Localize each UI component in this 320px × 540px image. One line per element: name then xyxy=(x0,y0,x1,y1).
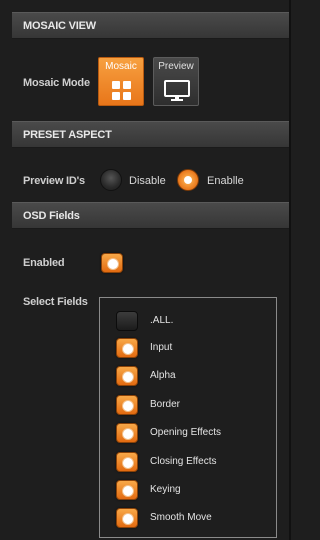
field-label: Border xyxy=(150,399,181,410)
field-label: Smooth Move xyxy=(150,512,212,523)
field-checkbox-smooth-move[interactable] xyxy=(116,508,138,528)
select-fields-list: .ALL. Input Alpha Border Opening Effects… xyxy=(99,297,277,538)
field-checkbox-input[interactable] xyxy=(116,338,138,358)
section-header-mosaic-view: MOSAIC VIEW xyxy=(12,12,289,39)
preview-button-label: Preview xyxy=(158,61,194,72)
mosaic-mode-preview-button[interactable]: Preview xyxy=(153,57,199,106)
field-item-alpha[interactable]: Alpha xyxy=(116,365,274,387)
field-label: Input xyxy=(150,342,173,353)
grid-icon xyxy=(112,81,132,101)
field-item-closing-effects[interactable]: Closing Effects xyxy=(116,451,274,473)
field-item-all[interactable]: .ALL. xyxy=(116,310,274,332)
osd-enabled-checkbox[interactable] xyxy=(101,253,123,273)
field-item-opening-effects[interactable]: Opening Effects xyxy=(116,422,274,444)
field-checkbox-keying[interactable] xyxy=(116,480,138,500)
section-header-preset-aspect: PRESET ASPECT xyxy=(12,121,289,148)
field-label: Opening Effects xyxy=(150,427,221,438)
field-item-border[interactable]: Border xyxy=(116,394,274,416)
mosaic-mode-label: Mosaic Mode xyxy=(23,77,90,89)
mosaic-button-label: Mosaic xyxy=(105,61,137,72)
section-header-osd-fields: OSD Fields xyxy=(12,202,289,229)
field-checkbox-border[interactable] xyxy=(116,395,138,415)
field-item-smooth-move[interactable]: Smooth Move xyxy=(116,507,274,529)
osd-enabled-label: Enabled xyxy=(23,257,65,269)
field-label: Keying xyxy=(150,484,181,495)
field-checkbox-alpha[interactable] xyxy=(116,366,138,386)
select-fields-label: Select Fields xyxy=(23,296,88,308)
field-label: Closing Effects xyxy=(150,456,217,467)
field-checkbox-all[interactable] xyxy=(116,311,138,331)
mosaic-mode-mosaic-button[interactable]: Mosaic xyxy=(98,57,144,106)
preview-ids-disable-label: Disable xyxy=(129,175,166,187)
preview-ids-label: Preview ID's xyxy=(23,175,85,187)
field-checkbox-closing-effects[interactable] xyxy=(116,452,138,472)
monitor-icon xyxy=(164,80,190,101)
field-label: .ALL. xyxy=(150,315,174,326)
field-item-input[interactable]: Input xyxy=(116,337,274,359)
field-item-keying[interactable]: Keying xyxy=(116,479,274,501)
preview-ids-enable-radio[interactable] xyxy=(177,169,199,191)
settings-panel: MOSAIC VIEW Mosaic Mode Mosaic Preview P… xyxy=(0,0,291,540)
preview-ids-disable-radio[interactable] xyxy=(100,169,122,191)
panel-edge xyxy=(289,0,291,540)
field-checkbox-opening-effects[interactable] xyxy=(116,423,138,443)
preview-ids-enable-label: Enablle xyxy=(207,175,244,187)
field-label: Alpha xyxy=(150,370,176,381)
